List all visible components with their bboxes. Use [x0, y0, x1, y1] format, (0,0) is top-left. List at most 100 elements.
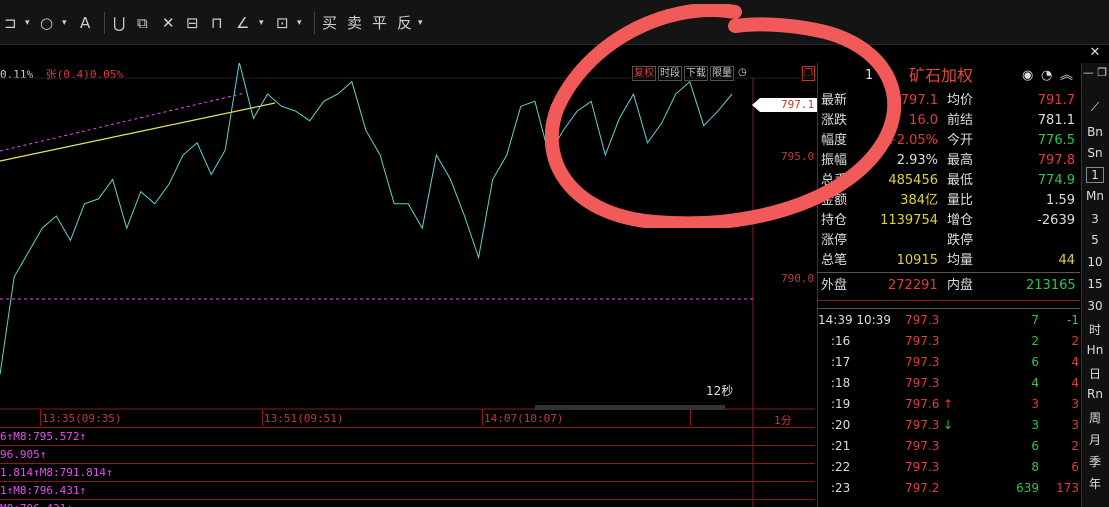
period-3min[interactable]: 5	[1081, 233, 1109, 247]
tick-row[interactable]: :22 797.3 8 6	[817, 457, 1080, 478]
text-tool-icon[interactable]: A	[80, 13, 90, 33]
pen-dropdown-icon[interactable]: ▾	[259, 13, 264, 33]
period-rn[interactable]: 周	[1081, 409, 1109, 426]
window-controls-icon[interactable]: — ❐	[1081, 66, 1109, 79]
tick-time: :23	[831, 481, 851, 495]
time-axis-tick: 1分	[774, 414, 792, 427]
trash-icon[interactable]: ⊟	[186, 13, 199, 33]
tick-price: 797.2	[905, 481, 940, 495]
tick-row[interactable]: :19 797.6 ↑ 3 3	[817, 394, 1080, 415]
period-quarter[interactable]: 年	[1081, 475, 1109, 492]
rect-dropdown-icon[interactable]: ▾	[25, 13, 30, 33]
tick-position-change: 4	[1071, 355, 1079, 369]
period-week[interactable]: 月	[1081, 431, 1109, 448]
period-1min[interactable]: Mn	[1081, 189, 1109, 203]
quote-value: 791.7	[1037, 93, 1075, 108]
tick-time: :22	[831, 460, 851, 474]
tick-time: :20	[831, 418, 851, 432]
tick-price: 797.3	[905, 460, 940, 474]
scrollbar-thumb[interactable]	[535, 405, 725, 410]
inner-volume-label: 内盘	[947, 278, 974, 293]
delete-x-icon[interactable]: ✕	[162, 13, 175, 33]
quote-label: 前结	[947, 113, 974, 128]
quote-value: 797.8	[1037, 153, 1075, 168]
tick-row[interactable]: :16 797.3 2 2	[817, 331, 1080, 352]
period-bn[interactable]: Bn	[1081, 125, 1109, 139]
reverse-position-button[interactable]: 反	[397, 13, 412, 33]
collapse-icon[interactable]: ︽	[1060, 63, 1073, 89]
period-day[interactable]: Rn	[1081, 387, 1109, 401]
tick-volume: 6	[1031, 439, 1039, 453]
tick-row[interactable]: :23 797.2 639 173	[817, 478, 1080, 499]
tick-row[interactable]: :20 797.3 ↓ 3 3	[817, 415, 1080, 436]
tick-volume: 7	[1031, 313, 1039, 327]
period-hn[interactable]: 日	[1081, 365, 1109, 382]
target-icon[interactable]: ◉	[1022, 63, 1033, 89]
indicator-row: 1.814↑M8:791.814↑	[0, 463, 815, 481]
copy-icon[interactable]: ⧉	[137, 13, 148, 33]
buy-button[interactable]: 买	[322, 13, 337, 33]
tick-position-change: 4	[1071, 376, 1079, 390]
outer-volume-value: 272291	[888, 278, 938, 293]
tick-volume: 2	[1031, 334, 1039, 348]
period-chart-type-icon[interactable]: Sn	[1081, 146, 1109, 160]
tick-direction-icon: ↓	[943, 418, 954, 432]
period-10min[interactable]: 15	[1081, 277, 1109, 291]
period-5min[interactable]: 10	[1081, 255, 1109, 269]
indicator-row: 1↑M8:796.431↑	[0, 481, 815, 499]
close-position-button[interactable]: 平	[372, 13, 387, 33]
close-icon[interactable]: ✕	[1081, 45, 1109, 60]
tick-row[interactable]: :17 797.3 6 4	[817, 352, 1080, 373]
quote-value: 781.1	[1037, 113, 1075, 128]
period-mn[interactable]: 3	[1081, 212, 1109, 226]
sell-button[interactable]: 卖	[347, 13, 362, 33]
magnet-icon[interactable]: ⋃	[113, 13, 125, 33]
quote-label: 均量	[947, 253, 974, 268]
tick-time: :18	[831, 376, 851, 390]
tick-row[interactable]: 14:39 10:39 797.3 7 -1	[817, 310, 1080, 331]
time-axis-tick: 14:07(10:07)	[484, 412, 564, 425]
upper-channel-line	[0, 92, 246, 152]
indicator-row: 96.905↑	[0, 445, 815, 463]
lock-icon[interactable]: ⊓	[211, 13, 223, 33]
circle-dropdown-icon[interactable]: ▾	[62, 13, 67, 33]
tick-volume: 6	[1031, 355, 1039, 369]
rect-tool-icon[interactable]: ⊐	[4, 13, 17, 33]
quote-label: 总笔	[821, 253, 848, 268]
period-15min[interactable]: 30	[1081, 299, 1109, 313]
tick-time: :19	[831, 397, 851, 411]
outer-volume-label: 外盘	[821, 278, 848, 293]
tick-position-change: 6	[1071, 460, 1079, 474]
tick-volume: 639	[1016, 481, 1039, 495]
tick-price: 797.3	[905, 355, 940, 369]
period-30min[interactable]: 时	[1081, 321, 1109, 338]
tick-direction-icon: ↑	[943, 397, 954, 411]
tick-row[interactable]: :21 797.3 6 2	[817, 436, 1080, 457]
time-axis-tick: 13:51(09:51)	[264, 412, 344, 425]
circle-tool-icon[interactable]: ○	[40, 13, 53, 33]
save-dropdown-icon[interactable]: ▾	[297, 13, 302, 33]
period-sn[interactable]: 1	[1086, 167, 1104, 183]
period-month[interactable]: 季	[1081, 453, 1109, 470]
tick-price: 797.3	[905, 418, 940, 432]
refresh-icon[interactable]: ◔	[1041, 63, 1052, 89]
save-icon[interactable]: ⊡	[276, 13, 289, 33]
trade-dropdown-icon[interactable]: ▾	[418, 13, 423, 33]
tick-position-change: 173	[1056, 481, 1079, 495]
price-axis-tick: 790.0	[781, 272, 815, 285]
tick-position-change: 3	[1071, 418, 1079, 432]
tick-price: 797.3	[905, 439, 940, 453]
time-axis-tick: 13:35(09:35)	[42, 412, 122, 425]
toolbar-divider	[314, 12, 315, 34]
tick-position-change: -1	[1067, 313, 1079, 327]
quote-label: 量比	[947, 193, 974, 208]
tick-volume: 3	[1031, 397, 1039, 411]
tick-volume: 8	[1031, 460, 1039, 474]
pen-tool-icon[interactable]: ∠	[236, 13, 249, 33]
tick-volume: 3	[1031, 418, 1039, 432]
trend-line	[0, 102, 276, 162]
period-hour[interactable]: Hn	[1081, 343, 1109, 357]
line-chart-icon[interactable]: ⟋	[1081, 100, 1109, 115]
quote-value	[868, 231, 938, 251]
tick-row[interactable]: :18 797.3 4 4	[817, 373, 1080, 394]
